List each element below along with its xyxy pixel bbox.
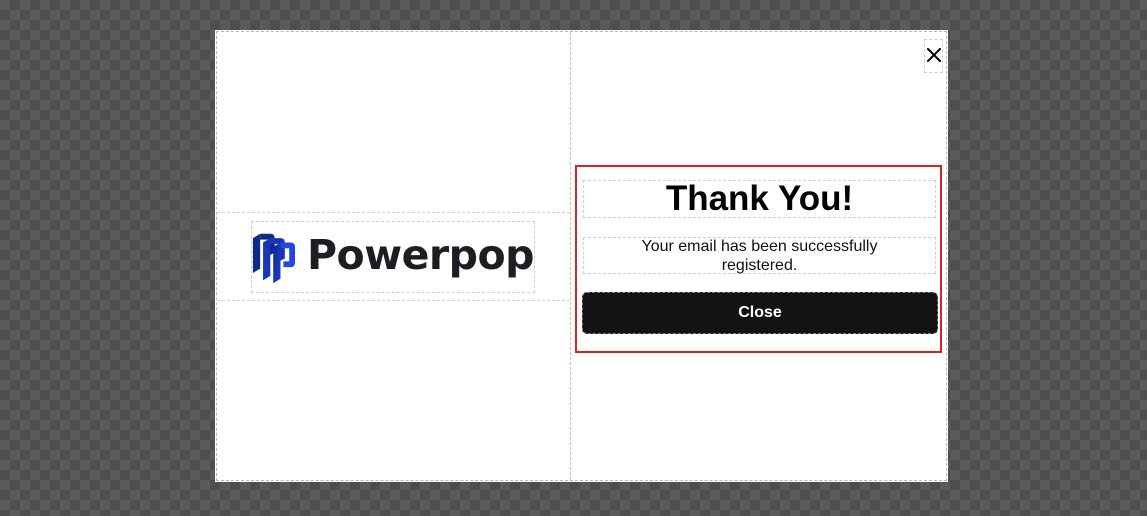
title-box: Thank You! (583, 179, 936, 218)
close-button[interactable]: Close (582, 292, 938, 334)
brand-name: Powerpop (307, 231, 535, 279)
popup-modal: Powerpop Thank You! Your email has been … (216, 31, 947, 481)
brand-logo: Powerpop (251, 221, 535, 293)
powerpop-logo-mark-icon (252, 233, 295, 284)
message-box: Your email has been successfully registe… (583, 237, 936, 274)
logo-row: Powerpop (217, 212, 570, 301)
dialog-message: Your email has been successfully registe… (641, 237, 878, 274)
confirmation-panel: Thank You! Your email has been successfu… (575, 165, 942, 353)
x-glyph-icon (926, 48, 941, 62)
close-icon[interactable] (924, 39, 943, 73)
brand-pane: Powerpop (217, 32, 571, 480)
dialog-title: Thank You! (665, 179, 854, 218)
